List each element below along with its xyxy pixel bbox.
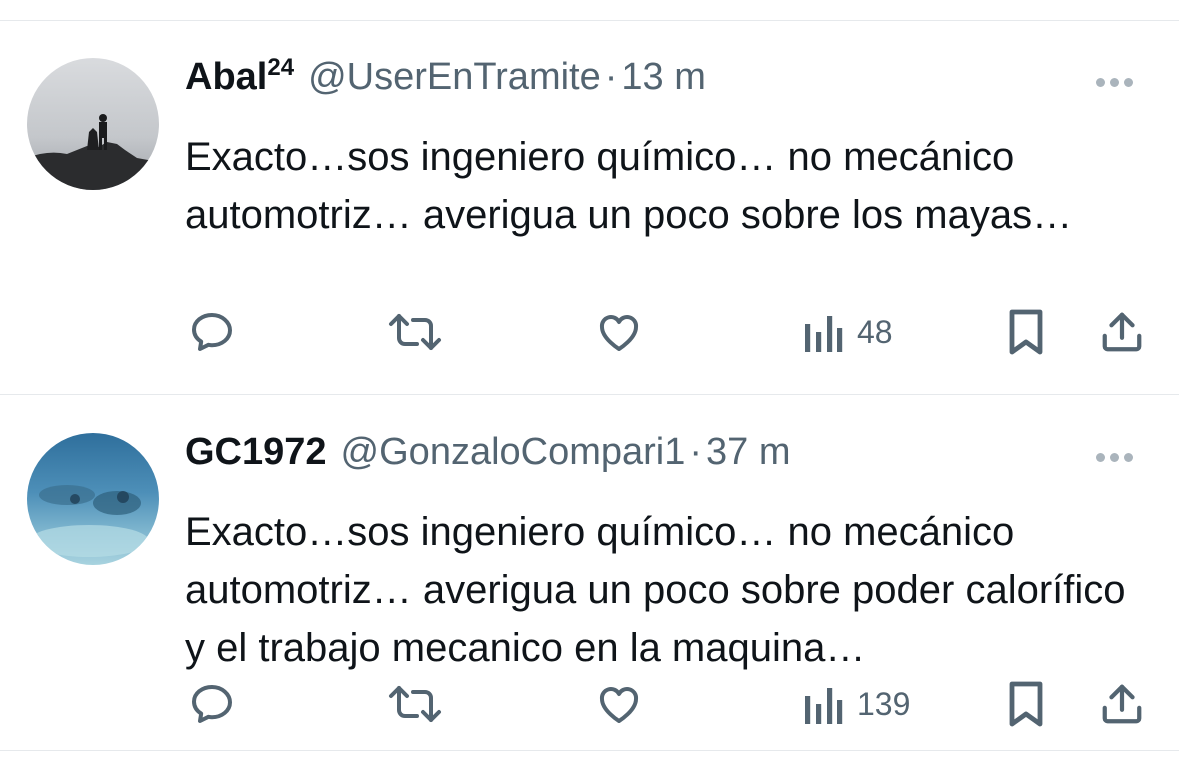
share-button[interactable] (1099, 302, 1145, 362)
timestamp[interactable]: 37 m (706, 427, 790, 477)
tweet-text: Exacto…sos ingeniero químico… no mecánic… (185, 135, 1073, 237)
views-button[interactable]: 139 (803, 674, 910, 734)
bottom-divider (0, 750, 1179, 751)
bookmark-icon (1009, 681, 1043, 727)
reply-icon (192, 685, 232, 723)
tweet-text: Exacto…sos ingeniero químico… no mecánic… (185, 510, 1126, 670)
action-bar: 48 (0, 302, 1179, 362)
share-button[interactable] (1099, 674, 1145, 734)
share-icon (1102, 684, 1142, 724)
avatar-image (27, 58, 159, 190)
timestamp[interactable]: 13 m (621, 52, 705, 102)
bookmark-icon (1009, 309, 1043, 355)
like-button[interactable] (594, 302, 644, 362)
tweet-header: GC1972 @GonzaloCompari1 · 37 m (185, 427, 791, 477)
like-button[interactable] (594, 674, 644, 734)
separator: · (604, 56, 618, 98)
reply-icon (192, 313, 232, 351)
reply-button[interactable] (188, 674, 236, 734)
share-icon (1102, 312, 1142, 352)
avatar-image (27, 433, 159, 565)
views-count: 48 (857, 313, 893, 350)
bookmark-button[interactable] (1004, 674, 1048, 734)
user-handle[interactable]: @UserEnTramite (308, 52, 601, 102)
bookmark-button[interactable] (1004, 302, 1048, 362)
like-icon (599, 315, 639, 351)
avatar[interactable] (27, 58, 159, 190)
display-name[interactable]: GC1972 (185, 427, 327, 477)
views-icon (805, 688, 843, 724)
reply-button[interactable] (188, 302, 236, 362)
name-superscript: 24 (267, 54, 295, 81)
tweet-header: Abal24 @UserEnTramite · 13 m (185, 52, 706, 102)
user-handle[interactable]: @GonzaloCompari1 (341, 427, 686, 477)
avatar[interactable] (27, 433, 159, 565)
views-button[interactable]: 48 (803, 302, 893, 362)
views-count: 139 (857, 685, 911, 722)
action-bar: 139 (0, 674, 1179, 734)
views-icon (805, 316, 843, 352)
tweet[interactable]: GC1972 @GonzaloCompari1 · 37 m Exacto…so… (0, 395, 1179, 767)
retweet-button[interactable] (386, 674, 444, 734)
retweet-icon (389, 686, 441, 722)
separator: · (689, 431, 703, 473)
more-icon[interactable] (1096, 72, 1146, 92)
like-icon (599, 687, 639, 723)
display-name[interactable]: Abal24 (185, 52, 294, 107)
more-icon[interactable] (1096, 447, 1146, 467)
tweet[interactable]: Abal24 @UserEnTramite · 13 m Exacto…sos … (0, 20, 1179, 392)
retweet-icon (389, 314, 441, 350)
retweet-button[interactable] (386, 302, 444, 362)
